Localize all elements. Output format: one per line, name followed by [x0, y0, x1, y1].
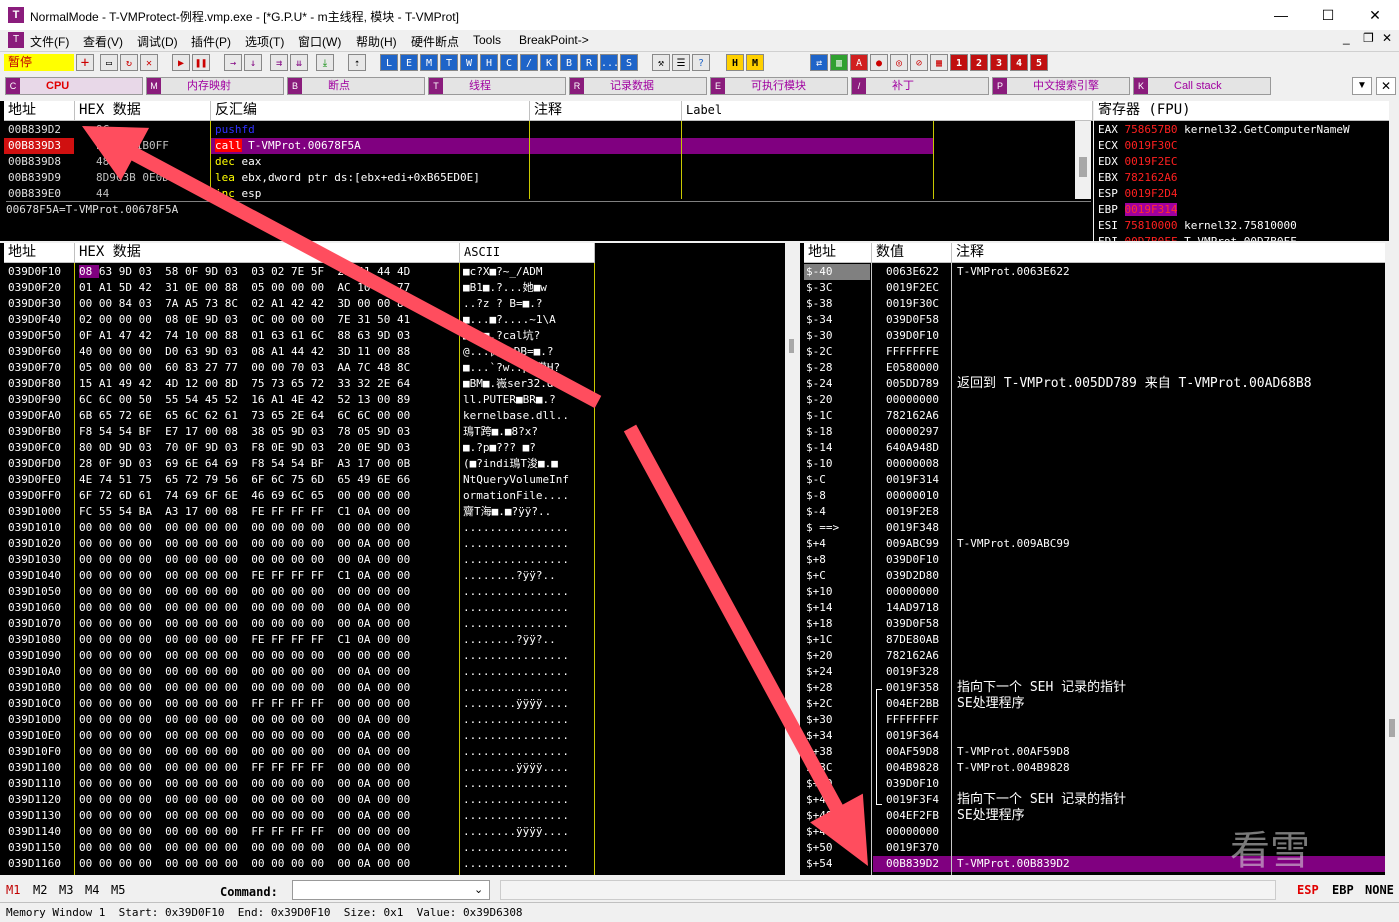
annotation-arrow-up: [82, 126, 602, 409]
annotation-overlay: [82, 126, 868, 866]
annotation-arrow-down: [623, 424, 868, 866]
